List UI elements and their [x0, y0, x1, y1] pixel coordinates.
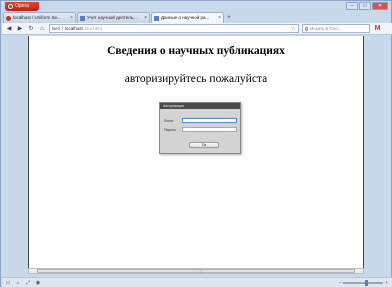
password-row: Пароль [164, 127, 237, 132]
page-icon [154, 15, 159, 21]
tab-label: Учет научной деятель... [87, 15, 137, 20]
new-tab-button[interactable]: + [225, 14, 233, 23]
window-controls: – □ ✕ [346, 2, 388, 10]
scrollbar-grip-icon: ⋮ [198, 269, 202, 274]
tab-close-icon[interactable]: × [70, 13, 73, 23]
opera-menu-button[interactable]: Opera [5, 2, 39, 11]
tab-close-icon[interactable]: × [218, 13, 221, 23]
login-input[interactable] [182, 118, 237, 123]
navigation-toolbar: ◀ ▶ ↻ ⌂ Веб localhost /sur.html ☆ g Иска… [2, 23, 392, 35]
reload-icon[interactable]: ↻ [27, 25, 35, 33]
tab-bar: localhost / Uniform Se... × Учет научной… [3, 12, 233, 23]
speed-dial-icon[interactable]: ⌂ [15, 280, 21, 286]
horizontal-scrollbar[interactable]: ⋮ [28, 268, 364, 274]
opera-logo-icon [8, 4, 13, 9]
forward-icon[interactable]: ▶ [16, 25, 24, 33]
zoom-in-icon[interactable]: + [385, 280, 388, 285]
login-row: Логин [164, 118, 237, 123]
login-dialog-header: Авторизация [160, 103, 240, 109]
browser-window: Opera – □ ✕ localhost / Uniform Se... × … [0, 0, 392, 287]
page-icon [80, 15, 85, 21]
password-input[interactable] [182, 127, 237, 132]
bookmark-star-icon[interactable]: ☆ [291, 25, 296, 32]
security-badge[interactable]: Веб [52, 26, 64, 31]
zoom-slider[interactable] [343, 279, 384, 286]
gmail-icon[interactable]: M [373, 25, 382, 33]
login-dialog: Авторизация Логин Пароль Ок [159, 102, 241, 154]
url-path: /sur.html [84, 26, 102, 31]
page-viewport: Сведения о научных публикациях авторизир… [28, 36, 364, 268]
login-submit-button[interactable]: Ок [189, 142, 219, 148]
minimize-button[interactable]: – [346, 2, 358, 10]
login-label: Логин [164, 118, 174, 123]
url-host: localhost [65, 26, 83, 31]
opera-menu-label: Opera [15, 3, 29, 9]
tab-localhost[interactable]: localhost / Uniform Se... × [3, 12, 76, 23]
opera-icon [6, 15, 11, 21]
maximize-button[interactable]: □ [359, 2, 371, 10]
page-subtitle: авторизируйтесь пожалуйста [124, 73, 268, 85]
address-bar[interactable]: Веб localhost /sur.html ☆ [49, 24, 299, 33]
search-placeholder: Искать в Goo... [310, 26, 342, 31]
zoom-knob[interactable] [365, 279, 369, 286]
share-icon[interactable]: ⤢ [25, 280, 31, 286]
tab-label: Данные о научной ра... [161, 15, 210, 20]
google-icon: g [305, 25, 309, 32]
turbo-icon[interactable]: ◉ [35, 280, 41, 286]
scrollbar-thumb[interactable]: ⋮ [37, 269, 355, 274]
zoom-out-icon[interactable]: − [339, 280, 342, 285]
page-title: Сведения о научных публикациях [107, 45, 285, 57]
close-window-button[interactable]: ✕ [372, 2, 388, 10]
password-label: Пароль [164, 127, 177, 132]
home-icon[interactable]: ⌂ [38, 25, 46, 33]
status-bar: ▭ ⌂ ⤢ ◉ − + [2, 277, 392, 287]
tab-close-icon[interactable]: × [144, 13, 147, 23]
back-icon[interactable]: ◀ [5, 25, 13, 33]
search-field[interactable]: g Искать в Goo... [302, 24, 370, 33]
panel-toggle-icon[interactable]: ▭ [5, 280, 11, 286]
tab-science-accounting[interactable]: Учет научной деятель... × [77, 12, 150, 23]
tab-research-data[interactable]: Данные о научной ра... × [151, 12, 224, 23]
tab-label: localhost / Uniform Se... [13, 15, 61, 20]
zoom-control[interactable]: − + [339, 279, 388, 286]
